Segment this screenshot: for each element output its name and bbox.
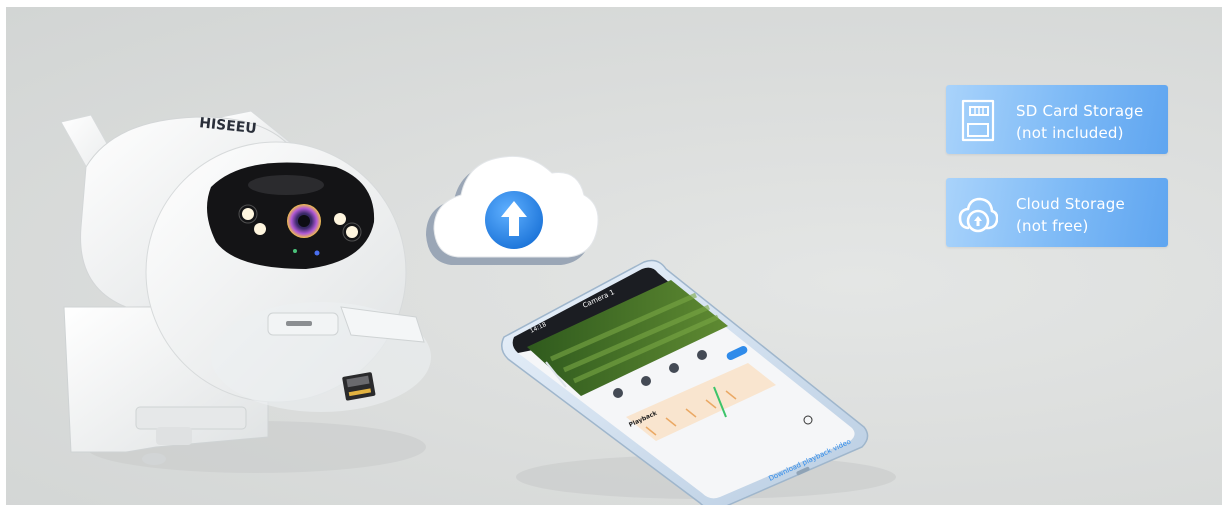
- sd-card-storage-title: SD Card Storage: [1016, 102, 1144, 120]
- cloud-storage-note: (not free): [1016, 217, 1089, 235]
- product-banner: HISEEU 14:18 Camera 1 Playback Download …: [6, 7, 1222, 505]
- cloud-storage-badge: Cloud Storage (not free): [946, 178, 1168, 247]
- sd-card-icon: [961, 99, 995, 142]
- cloud-storage-title: Cloud Storage: [1016, 195, 1125, 213]
- cloud-upload-graphic: [426, 155, 599, 265]
- sd-card-storage-text: SD Card Storage (not included): [1016, 100, 1143, 144]
- cloud-storage-text: Cloud Storage (not free): [1016, 193, 1125, 237]
- sd-card-storage-badge: SD Card Storage (not included): [946, 85, 1168, 154]
- sd-card-storage-note: (not included): [1016, 124, 1124, 142]
- cloud-upload-icon: [958, 197, 998, 233]
- security-camera: HISEEU: [60, 110, 431, 465]
- product-scene: HISEEU 14:18 Camera 1 Playback Download …: [60, 110, 896, 505]
